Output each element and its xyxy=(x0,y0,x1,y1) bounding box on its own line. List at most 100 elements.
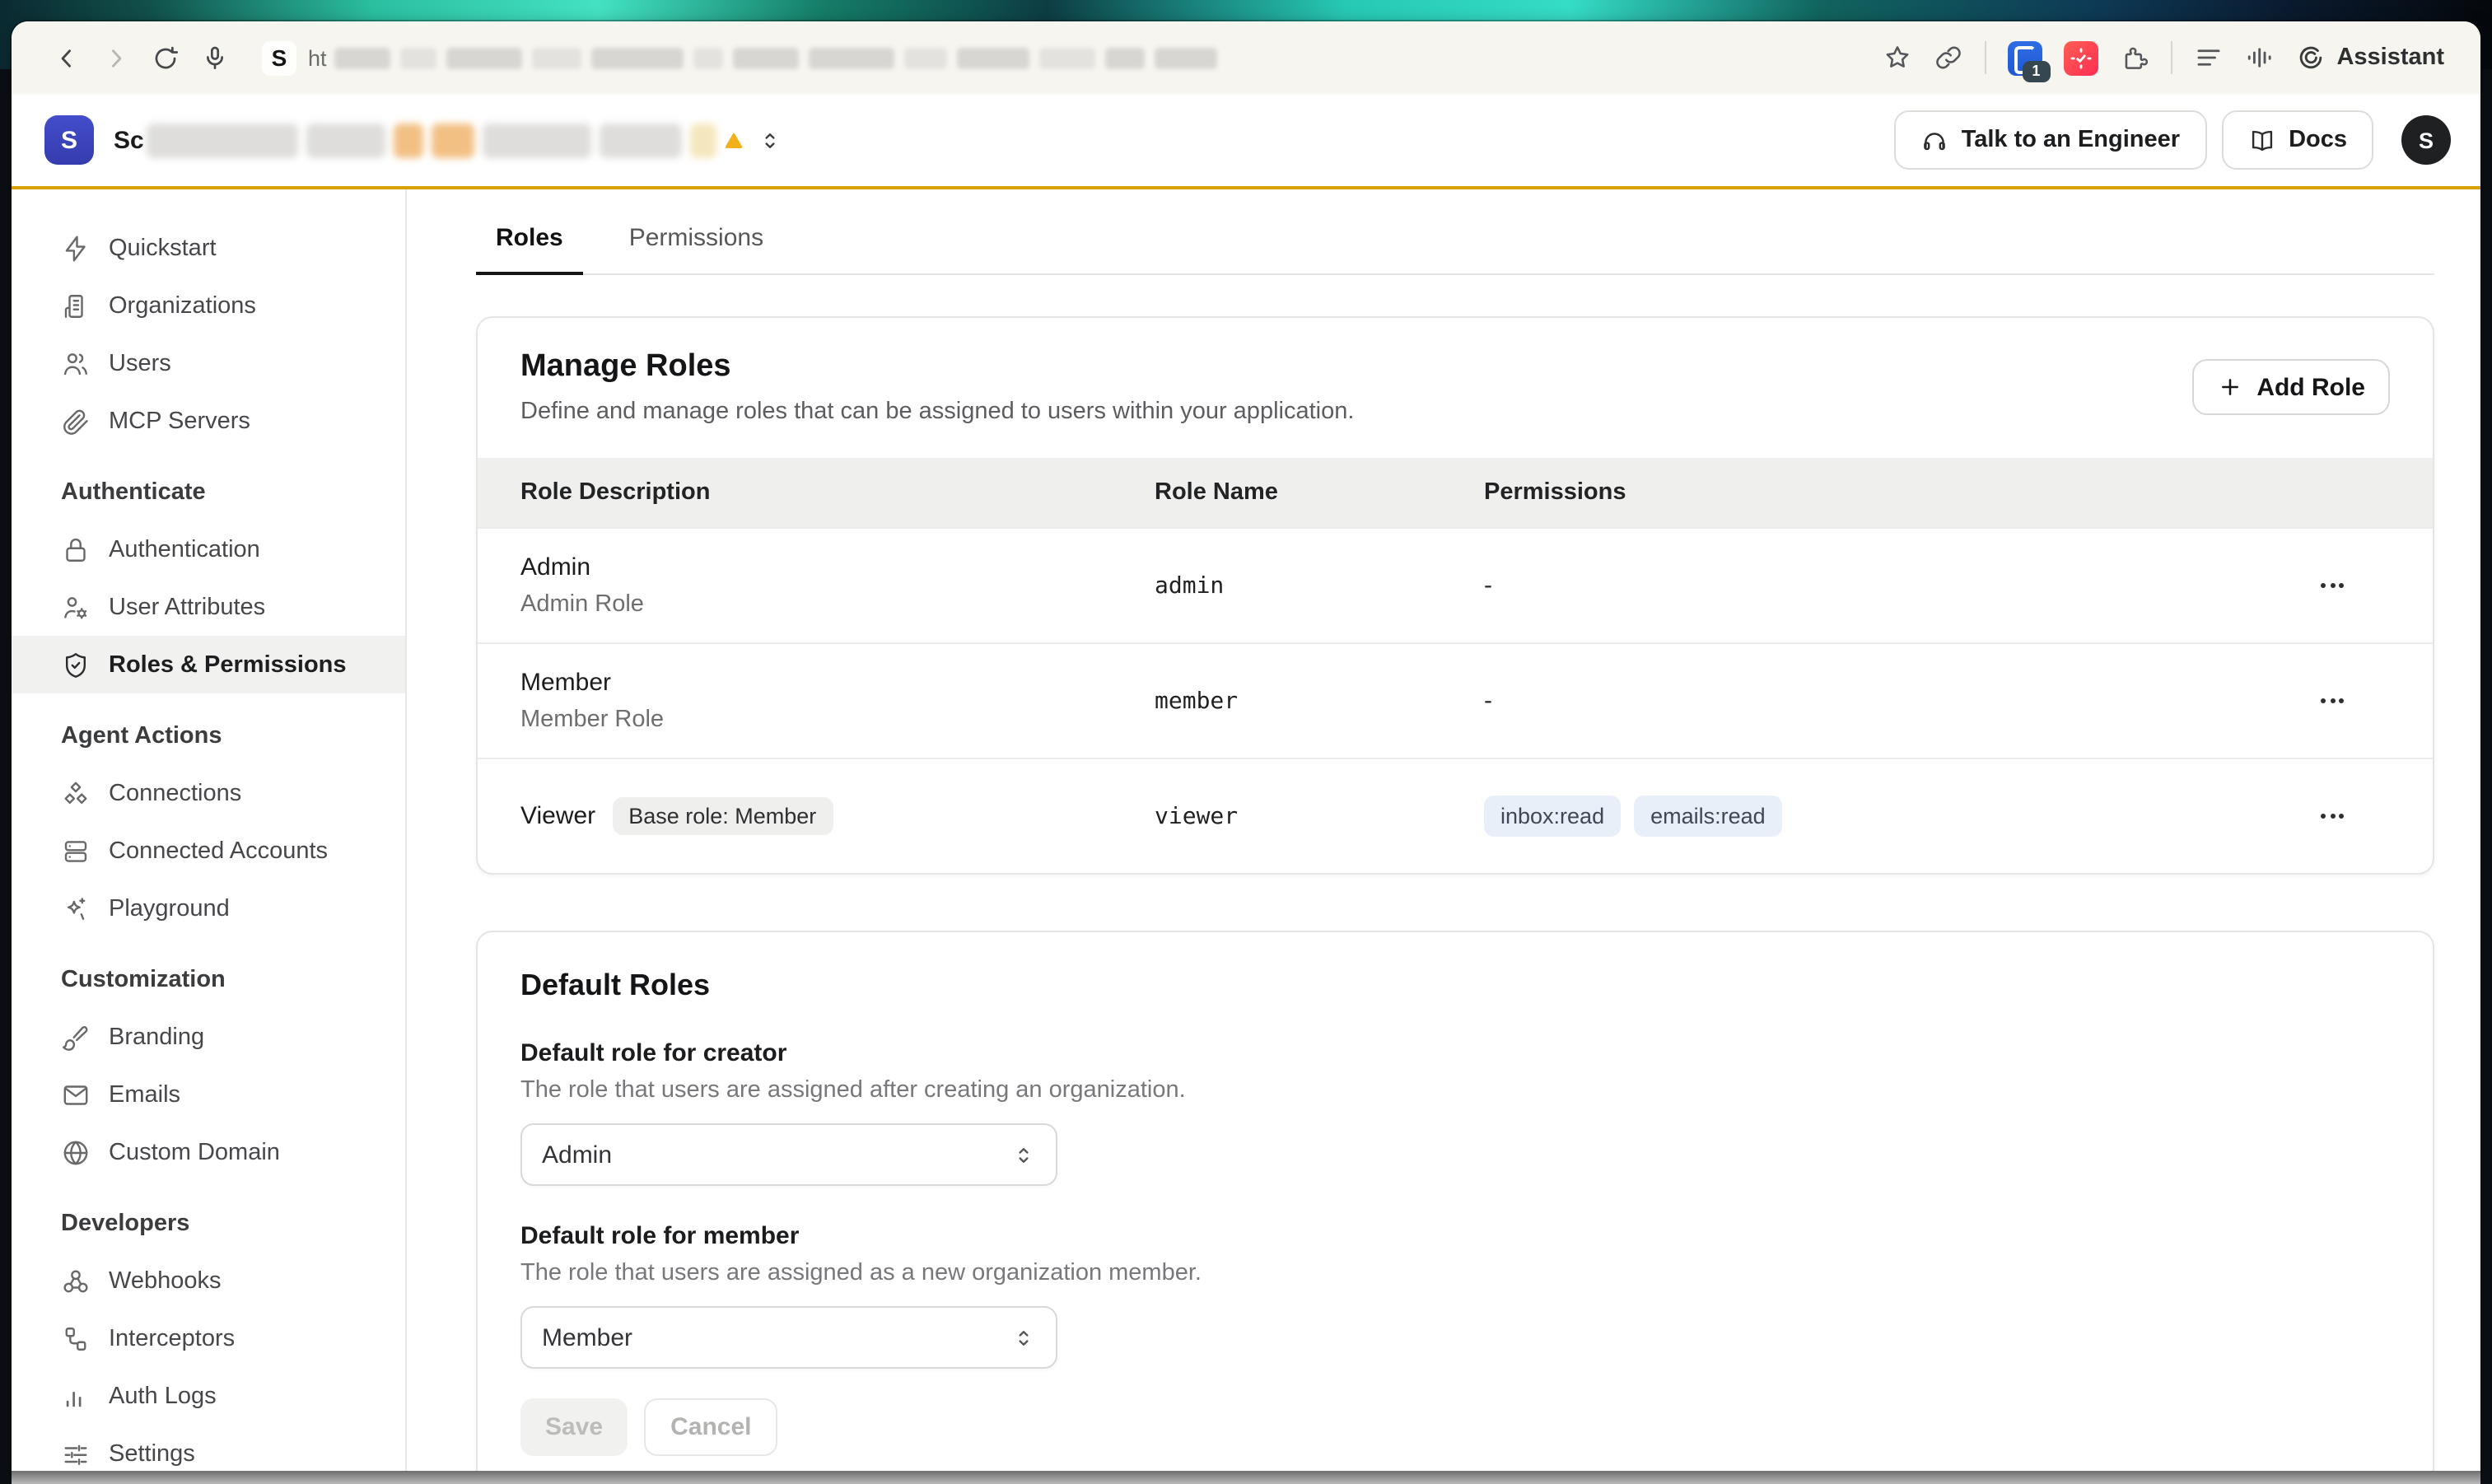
plus-icon xyxy=(2217,374,2243,400)
user-avatar[interactable]: S xyxy=(2401,115,2451,165)
manage-roles-card: Manage Roles Define and manage roles tha… xyxy=(476,316,2434,875)
role-subtitle: Admin Role xyxy=(520,591,1155,618)
reading-list-button[interactable] xyxy=(2193,43,2223,72)
paintbrush-icon xyxy=(61,1022,91,1052)
sidebar-item-label: Organizations xyxy=(109,292,256,319)
default-roles-title: Default Roles xyxy=(520,968,2390,1003)
sidebar-item-emails[interactable]: Emails xyxy=(12,1066,405,1123)
assistant-button[interactable]: Assistant xyxy=(2295,43,2444,72)
sidebar-item-interceptors[interactable]: Interceptors xyxy=(12,1309,405,1367)
sidebar-section-customization: Customization xyxy=(12,950,405,1008)
sidebar-item-auth-logs[interactable]: Auth Logs xyxy=(12,1367,405,1425)
sidebar-item-settings[interactable]: Settings xyxy=(12,1425,405,1471)
column-role-name: Role Name xyxy=(1155,479,1484,506)
sidebar-item-user-attributes[interactable]: User Attributes xyxy=(12,578,405,636)
building-icon xyxy=(61,291,91,320)
talk-to-engineer-button[interactable]: Talk to an Engineer xyxy=(1894,110,2206,170)
permissions-cell: - xyxy=(1484,687,2275,715)
sidebar-item-roles-permissions[interactable]: Roles & Permissions xyxy=(12,636,405,693)
permissions-empty: - xyxy=(1484,687,1492,715)
sidebar-item-label: Authentication xyxy=(109,536,260,562)
book-icon xyxy=(2247,126,2275,154)
role-subtitle: Member Role xyxy=(520,707,1155,733)
forward-button[interactable] xyxy=(91,33,140,82)
extension-badge: 1 xyxy=(2022,60,2050,82)
sidebar-item-connected-accounts[interactable]: Connected Accounts xyxy=(12,822,405,880)
member-label: Default role for member xyxy=(520,1222,2390,1250)
role-title: Member xyxy=(520,669,1155,697)
role-description-cell: Member Member Role xyxy=(520,669,1155,733)
voice-waveform-icon xyxy=(2244,43,2274,72)
row-actions-button[interactable] xyxy=(2311,688,2354,713)
sidebar-item-users[interactable]: Users xyxy=(12,334,405,392)
extensions-button[interactable] xyxy=(2119,43,2149,72)
default-member-select[interactable]: Member xyxy=(520,1306,1057,1369)
url-text: ht xyxy=(308,45,327,70)
chevron-right-icon xyxy=(101,44,129,72)
sidebar-item-label: Quickstart xyxy=(109,235,217,261)
sidebar-item-branding[interactable]: Branding xyxy=(12,1008,405,1066)
sidebar-item-label: Connected Accounts xyxy=(109,838,328,864)
sidebar-item-label: User Attributes xyxy=(109,594,265,620)
org-name: Sc xyxy=(114,126,144,154)
default-role-creator-field: Default role for creator The role that u… xyxy=(520,1039,2390,1186)
copy-link-button[interactable] xyxy=(1933,43,1962,72)
timer-extension-button[interactable] xyxy=(2063,40,2098,75)
tab-permissions[interactable]: Permissions xyxy=(609,222,783,273)
voice-button[interactable] xyxy=(2244,43,2274,72)
save-button[interactable]: Save xyxy=(520,1398,628,1456)
sidebar-item-label: Connections xyxy=(109,780,241,806)
password-extension-button[interactable]: 1 xyxy=(2007,40,2042,75)
chevron-up-down-icon xyxy=(1011,1142,1036,1167)
role-row-viewer: ViewerBase role: Memberviewerinbox:reade… xyxy=(478,758,2433,873)
tab-roles[interactable]: Roles xyxy=(476,222,583,273)
mic-icon xyxy=(200,44,228,72)
permissions-cell: - xyxy=(1484,572,2275,600)
row-actions-button[interactable] xyxy=(2311,804,2354,828)
cancel-button[interactable]: Cancel xyxy=(644,1398,777,1456)
sidebar-item-connections[interactable]: Connections xyxy=(12,764,405,822)
site-favicon: S xyxy=(262,40,296,75)
url-bar[interactable]: S ht xyxy=(239,40,1218,75)
back-button[interactable] xyxy=(41,33,91,82)
manage-roles-title: Manage Roles xyxy=(520,349,1354,385)
sidebar-section-developers: Developers xyxy=(12,1194,405,1252)
permission-badge: emails:read xyxy=(1634,796,1782,837)
interceptor-icon xyxy=(61,1323,91,1353)
desktop: S ht 1 xyxy=(0,0,2492,1484)
sidebar-item-quickstart[interactable]: Quickstart xyxy=(12,219,405,277)
paperclip-icon xyxy=(61,406,91,436)
roles-table-header: Role Description Role Name Permissions xyxy=(478,458,2433,527)
mic-button[interactable] xyxy=(189,33,239,82)
app: S Sc Talk xyxy=(12,94,2480,1471)
chevron-up-down-icon xyxy=(758,128,783,152)
tab-bar: Roles Permissions xyxy=(476,222,2434,275)
add-role-button[interactable]: Add Role xyxy=(2192,359,2390,415)
reload-icon xyxy=(151,44,179,72)
role-description-cell: AdminAdmin Role xyxy=(520,553,1155,618)
sidebar-item-playground[interactable]: Playground xyxy=(12,880,405,937)
default-creator-select[interactable]: Admin xyxy=(520,1123,1057,1186)
docs-button[interactable]: Docs xyxy=(2221,110,2373,170)
bookmark-button[interactable] xyxy=(1882,43,1911,72)
sidebar-item-custom-domain[interactable]: Custom Domain xyxy=(12,1123,405,1181)
zap-icon xyxy=(61,233,91,263)
sidebar-section-agent-actions: Agent Actions xyxy=(12,707,405,764)
reload-button[interactable] xyxy=(140,33,189,82)
sidebar-item-webhooks[interactable]: Webhooks xyxy=(12,1252,405,1309)
main-content: Roles Permissions Manage Roles Define and… xyxy=(407,189,2480,1471)
sparkle-icon xyxy=(61,894,91,923)
assistant-arc-icon xyxy=(2295,43,2325,72)
permissions-cell: inbox:reademails:read xyxy=(1484,796,2275,837)
sidebar-item-label: Users xyxy=(109,350,171,376)
sidebar-item-label: Branding xyxy=(109,1024,204,1050)
environment-switcher[interactable]: Sc xyxy=(114,123,783,157)
sidebar-item-mcp-servers[interactable]: MCP Servers xyxy=(12,392,405,450)
sidebar-item-label: Settings xyxy=(109,1440,195,1467)
manage-roles-description: Define and manage roles that can be assi… xyxy=(520,399,1354,425)
row-actions-button[interactable] xyxy=(2311,573,2354,598)
assistant-label: Assistant xyxy=(2336,44,2444,71)
sidebar-item-organizations[interactable]: Organizations xyxy=(12,277,405,334)
sidebar-item-authentication[interactable]: Authentication xyxy=(12,520,405,578)
browser-window: S ht 1 xyxy=(12,21,2480,1471)
